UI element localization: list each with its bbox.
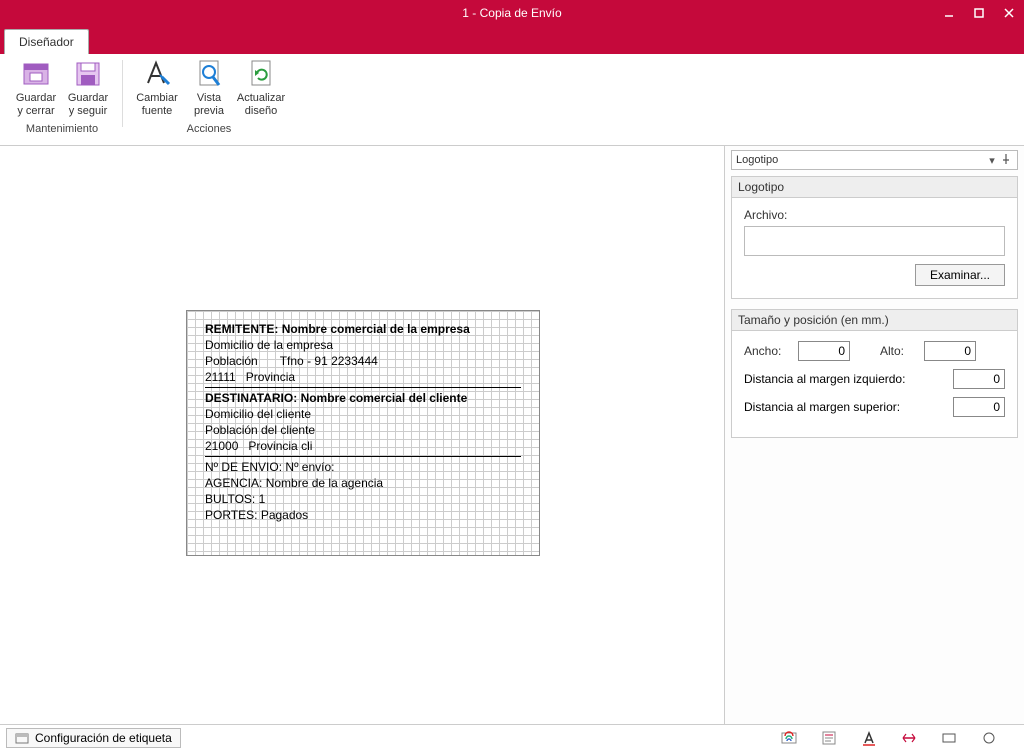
destinatario-label: DESTINATARIO: [205, 391, 297, 405]
n-envio-value: Nº envío: [285, 460, 334, 474]
status-label-icon[interactable] [820, 729, 838, 747]
dist-izq-label: Distancia al margen izquierdo: [744, 372, 953, 386]
properties-panel: Logotipo ▾ Logotipo Archivo: Examinar...… [724, 146, 1024, 724]
dist-sup-input[interactable] [953, 397, 1005, 417]
config-etiqueta-label: Configuración de etiqueta [35, 731, 172, 745]
remitente-provincia: Provincia [246, 369, 295, 385]
status-line-icon[interactable] [900, 729, 918, 747]
portes-label: PORTES: [205, 508, 257, 522]
destinatario-value: Nombre comercial del cliente [301, 391, 468, 405]
alto-input[interactable] [924, 341, 976, 361]
save-close-button[interactable]: Guardar y cerrar [10, 56, 62, 120]
refresh-design-label: Actualizar diseño [237, 92, 285, 120]
bultos-label: BULTOS: [205, 492, 255, 506]
fieldset-tamano: Tamaño y posición (en mm.) Ancho: Alto: … [731, 309, 1018, 438]
status-rect-icon[interactable] [940, 729, 958, 747]
preview-button[interactable]: Vista previa [183, 56, 235, 120]
agencia-label: AGENCIA: [205, 476, 262, 490]
window-title: 1 - Copia de Envío [462, 6, 561, 20]
title-bar: 1 - Copia de Envío [0, 0, 1024, 26]
pin-icon[interactable] [999, 154, 1013, 167]
tab-designer[interactable]: Diseñador [4, 29, 89, 54]
archivo-input[interactable] [744, 226, 1005, 256]
bultos-value: 1 [259, 492, 266, 506]
tab-strip: Diseñador [0, 26, 1024, 54]
agencia-value: Nombre de la agencia [266, 476, 383, 490]
save-continue-button[interactable]: Guardar y seguir [62, 56, 114, 120]
n-envio-label: Nº DE ENVIO: [205, 460, 282, 474]
divider-2 [205, 456, 521, 457]
refresh-design-icon [245, 58, 277, 90]
minimize-button[interactable] [934, 0, 964, 26]
destinatario-provincia: Provincia cli [248, 438, 312, 454]
divider-1 [205, 387, 521, 388]
ancho-input[interactable] [798, 341, 850, 361]
window-controls [934, 0, 1024, 26]
preview-icon [193, 58, 225, 90]
refresh-design-button[interactable]: Actualizar diseño [235, 56, 287, 120]
group-label-mantenimiento: Mantenimiento [10, 120, 114, 137]
change-font-button[interactable]: Cambiar fuente [131, 56, 183, 120]
status-circle-icon[interactable] [980, 729, 998, 747]
status-image-icon[interactable] [780, 729, 798, 747]
maximize-button[interactable] [964, 0, 994, 26]
ribbon-separator [122, 60, 123, 127]
ancho-label: Ancho: [744, 344, 798, 358]
dist-izq-input[interactable] [953, 369, 1005, 389]
destinatario-domicilio: Domicilio del cliente [205, 406, 521, 422]
fieldset-logotipo: Logotipo Archivo: Examinar... [731, 176, 1018, 299]
status-text-icon[interactable] [860, 729, 878, 747]
remitente-tfno: Tfno - 91 2233444 [280, 353, 378, 369]
save-continue-label: Guardar y seguir [66, 92, 110, 120]
panel-selector[interactable]: Logotipo ▾ [731, 150, 1018, 170]
dist-sup-label: Distancia al margen superior: [744, 400, 953, 414]
config-etiqueta-icon [15, 731, 29, 745]
chevron-down-icon[interactable]: ▾ [985, 154, 999, 167]
panel-selector-value: Logotipo [736, 154, 778, 166]
ribbon: Guardar y cerrar Guardar y seguir Manten… [0, 54, 1024, 146]
close-button[interactable] [994, 0, 1024, 26]
label-content: REMITENTE: Nombre comercial de la empres… [205, 321, 521, 523]
remitente-value: Nombre comercial de la empresa [282, 322, 470, 336]
logotipo-title: Logotipo [732, 177, 1017, 198]
config-etiqueta-button[interactable]: Configuración de etiqueta [6, 728, 181, 748]
remitente-cp: 21111 [205, 370, 236, 384]
status-tool-icons [780, 729, 1018, 747]
archivo-label: Archivo: [744, 208, 1005, 222]
save-close-icon [20, 58, 52, 90]
alto-label: Alto: [880, 344, 924, 358]
change-font-label: Cambiar fuente [135, 92, 179, 120]
label-preview[interactable]: REMITENTE: Nombre comercial de la empres… [186, 310, 540, 556]
destinatario-cp: 21000 [205, 439, 238, 453]
main-area: REMITENTE: Nombre comercial de la empres… [0, 146, 1024, 724]
remitente-domicilio: Domicilio de la empresa [205, 337, 521, 353]
examinar-button[interactable]: Examinar... [915, 264, 1005, 286]
portes-value: Pagados [261, 508, 308, 522]
preview-label: Vista previa [187, 92, 231, 120]
save-continue-icon [72, 58, 104, 90]
canvas-area[interactable]: REMITENTE: Nombre comercial de la empres… [0, 146, 724, 724]
ribbon-group-mantenimiento: Guardar y cerrar Guardar y seguir Manten… [4, 56, 120, 145]
change-font-icon [141, 58, 173, 90]
ribbon-group-acciones: Cambiar fuente Vista previa Actualizar d… [125, 56, 293, 145]
tamano-title: Tamaño y posición (en mm.) [732, 310, 1017, 331]
status-bar: Configuración de etiqueta [0, 724, 1024, 750]
destinatario-poblacion: Población del cliente [205, 422, 521, 438]
remitente-poblacion: Población [205, 354, 258, 368]
group-label-acciones: Acciones [131, 120, 287, 137]
save-close-label: Guardar y cerrar [14, 92, 58, 120]
remitente-label: REMITENTE: [205, 322, 278, 336]
